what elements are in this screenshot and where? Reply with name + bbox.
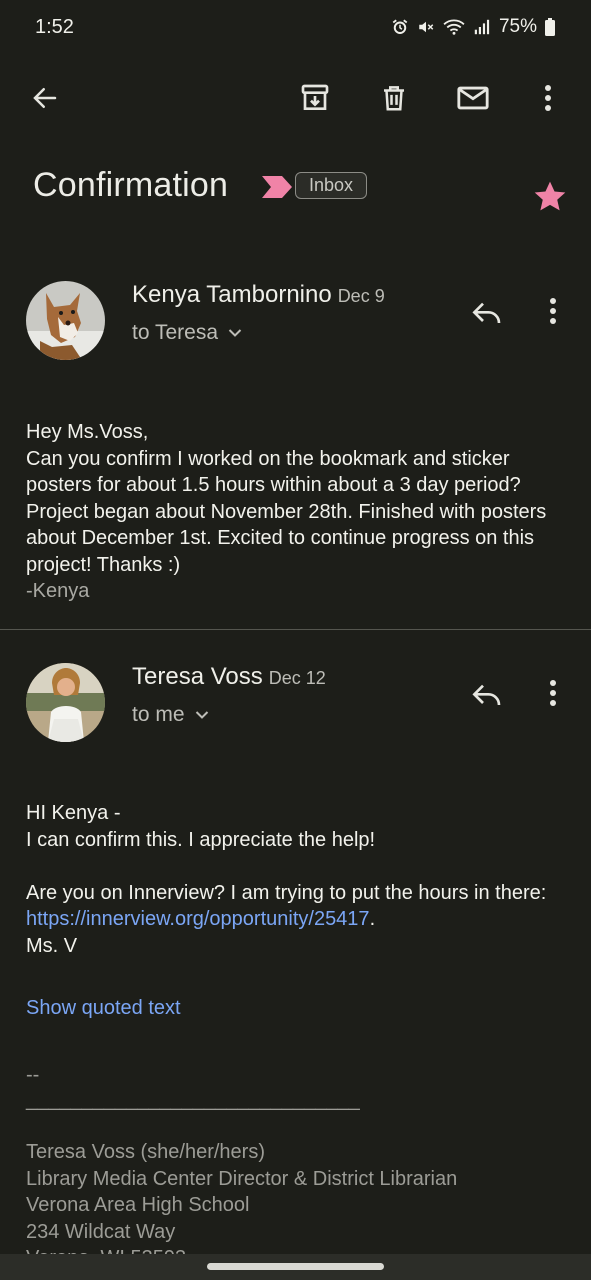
importance-marker-icon[interactable] — [262, 176, 292, 198]
signature-line: Teresa Voss (she/her/hers) — [26, 1141, 265, 1163]
avatar[interactable] — [26, 663, 105, 742]
more-options-button[interactable] — [530, 80, 566, 116]
signature-line: Verona Area High School — [26, 1194, 250, 1216]
battery-percent: 75% — [498, 16, 537, 37]
star-icon[interactable] — [533, 180, 567, 213]
body-paragraph: Are you on Innerview? I am trying to put… — [26, 880, 567, 933]
reply-icon[interactable] — [471, 299, 503, 327]
recipient-details-toggle[interactable]: to me — [132, 703, 209, 727]
more-vert-icon[interactable] — [549, 679, 557, 707]
message-body: HI Kenya - I can confirm this. I appreci… — [26, 800, 567, 959]
body-line: I can confirm this. I appreciate the hel… — [26, 828, 376, 851]
trash-icon — [384, 86, 404, 111]
archive-button[interactable] — [297, 80, 333, 116]
signature-rule: ______________________________ — [26, 1088, 360, 1111]
body-signoff: Ms. V — [26, 934, 78, 957]
chevron-down-icon — [228, 329, 242, 337]
sender-name-text: Teresa Voss — [132, 663, 263, 690]
message-date: Dec 12 — [268, 668, 326, 688]
body-text-segment: . — [369, 908, 376, 930]
body-greeting: HI Kenya - — [26, 802, 121, 824]
signal-icon — [474, 19, 490, 35]
inbox-label-chip[interactable]: Inbox — [295, 172, 368, 199]
body-line: Hey Ms.Voss, — [26, 421, 149, 443]
subject-row: Confirmation Inbox — [33, 160, 571, 220]
back-arrow-icon — [33, 88, 57, 108]
signature-line: Library Media Center Director & District… — [26, 1167, 458, 1190]
body-paragraph: Can you confirm I worked on the bookmark… — [26, 447, 547, 576]
message-header[interactable]: Kenya Tambornino Dec 9 to Teresa — [26, 281, 571, 371]
message-date: Dec 9 — [337, 286, 385, 306]
wifi-icon — [443, 19, 465, 35]
archive-icon — [301, 84, 329, 110]
signature: -- ______________________________ Teresa… — [26, 1062, 571, 1272]
recipient-text: to Teresa — [132, 321, 218, 344]
gesture-handle[interactable] — [207, 1263, 384, 1270]
body-text-segment: Are you on Innerview? I am trying to put… — [26, 881, 547, 904]
body-closing: -Kenya — [26, 580, 90, 602]
status-bar: 1:52 75% — [0, 0, 591, 56]
sender-name: Teresa Voss Dec 12 — [132, 663, 326, 691]
show-quoted-text-link[interactable]: Show quoted text — [26, 997, 181, 1020]
more-vert-icon — [545, 85, 551, 111]
innerview-link[interactable]: https://innerview.org/opportunity/25417 — [26, 908, 370, 930]
battery-icon — [545, 18, 555, 36]
signature-dash: -- — [26, 1064, 40, 1086]
person-photo-avatar-icon — [26, 663, 105, 742]
back-button[interactable] — [27, 80, 63, 116]
dog-photo-avatar-icon — [26, 281, 105, 360]
email-subject: Confirmation — [33, 166, 229, 204]
reply-icon[interactable] — [471, 681, 503, 709]
navigation-bar — [0, 1254, 591, 1280]
alarm-icon — [392, 19, 408, 34]
more-vert-icon[interactable] — [549, 297, 557, 325]
signature-line: 234 Wildcat Way — [26, 1220, 176, 1243]
recipient-details-toggle[interactable]: to Teresa — [132, 321, 242, 345]
avatar[interactable] — [26, 281, 105, 360]
message-divider — [0, 629, 591, 630]
status-icons: 75% — [391, 16, 555, 38]
status-time: 1:52 — [35, 16, 74, 38]
sender-name-text: Kenya Tambornino — [132, 281, 332, 308]
top-app-bar — [0, 70, 591, 126]
sender-name: Kenya Tambornino Dec 9 — [132, 281, 385, 309]
recipient-text: to me — [132, 703, 185, 726]
delete-button[interactable] — [376, 80, 412, 116]
mute-icon — [419, 21, 434, 33]
message-header[interactable]: Teresa Voss Dec 12 to me — [26, 663, 571, 753]
mark-unread-button[interactable] — [455, 80, 491, 116]
message-body: Hey Ms.Voss, Can you confirm I worked on… — [26, 419, 567, 605]
mark-unread-icon — [457, 86, 489, 110]
chevron-down-icon — [195, 711, 208, 719]
